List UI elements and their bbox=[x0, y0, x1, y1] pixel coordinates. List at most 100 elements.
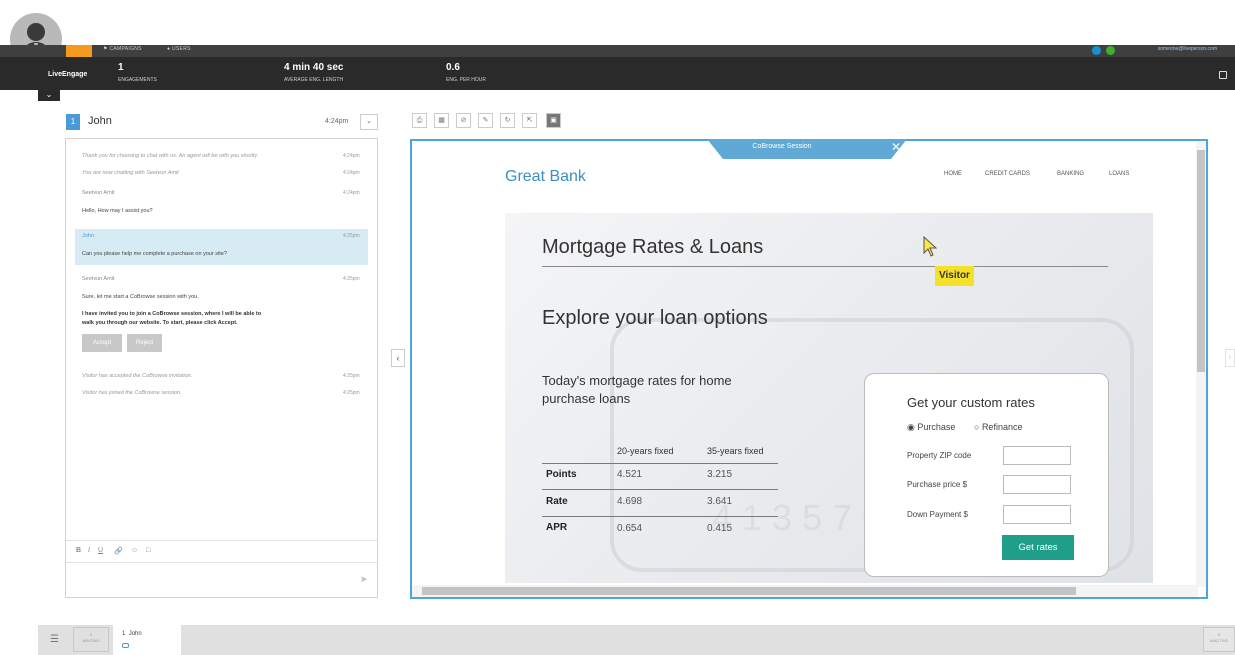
online-status-icon[interactable] bbox=[1106, 46, 1115, 55]
chat-badge: 1 bbox=[66, 114, 80, 130]
visitor-label: Visitor bbox=[935, 266, 974, 286]
radio-purchase-label: Purchase bbox=[917, 422, 956, 432]
svg-text:4 1 3 5 7 0: 4 1 3 5 7 0 bbox=[712, 497, 882, 538]
vertical-scroll-thumb[interactable] bbox=[1197, 150, 1205, 372]
user-email[interactable]: someone@liveperson.com bbox=[1158, 46, 1217, 52]
nav-tab-campaigns-label: CAMPAIGNS bbox=[109, 46, 142, 52]
system-message: Visitor has joined the CoBrowse session. bbox=[82, 390, 182, 396]
refresh-icon[interactable]: ↻ bbox=[500, 113, 515, 128]
purchase-price-input[interactable] bbox=[1003, 475, 1071, 494]
edit-icon[interactable]: ✎ bbox=[478, 113, 493, 128]
message-sender: John bbox=[82, 233, 94, 239]
close-icon[interactable]: ✕ bbox=[891, 140, 901, 154]
screen-icon[interactable]: ▣ bbox=[546, 113, 561, 128]
reject-button[interactable]: Reject bbox=[127, 334, 162, 352]
agent-invite-message: I have invited you to join a CoBrowse se… bbox=[82, 311, 262, 317]
bold-icon[interactable]: B bbox=[76, 547, 81, 554]
window-icon[interactable] bbox=[1219, 71, 1227, 79]
engagement-tab-john[interactable] bbox=[113, 625, 181, 655]
site-nav-home[interactable]: HOME bbox=[944, 171, 962, 177]
engagement-tab-name: John bbox=[128, 631, 142, 637]
engagement-tab-label: 1 John bbox=[122, 631, 142, 637]
waiting-label: WAITING bbox=[82, 638, 100, 643]
message-sender: Seetvun Amit bbox=[82, 190, 115, 196]
horizontal-scroll-thumb[interactable] bbox=[422, 587, 1076, 595]
chat-input[interactable] bbox=[66, 562, 377, 597]
waiting-counter[interactable]: 0 WAITING bbox=[73, 627, 109, 652]
stats-bar bbox=[0, 57, 1235, 90]
table-cell: 0.415 bbox=[707, 523, 733, 534]
emoji-icon[interactable]: ☺ bbox=[131, 547, 138, 554]
expand-panel-icon[interactable]: › bbox=[1225, 349, 1235, 367]
down-payment-label: Down Payment $ bbox=[907, 510, 968, 519]
table-cell: 0.654 bbox=[617, 523, 643, 534]
chat-bubble-icon bbox=[122, 643, 129, 648]
table-divider bbox=[542, 489, 778, 490]
accept-button[interactable]: Accept bbox=[82, 334, 122, 352]
site-nav-loans[interactable]: LOANS bbox=[1109, 171, 1129, 177]
engagement-tab-index: 1 bbox=[122, 631, 126, 637]
system-message: You are now chatting with Seetvun Amit bbox=[82, 170, 179, 176]
menu-icon[interactable]: ☰ bbox=[50, 634, 59, 645]
chat-options-dropdown[interactable]: ⌄ bbox=[360, 114, 378, 130]
table-cell: 4.521 bbox=[617, 469, 643, 480]
zip-label: Property ZIP code bbox=[907, 451, 972, 460]
stat-engagements-label: ENGAGEMENTS bbox=[118, 77, 157, 83]
site-nav-banking[interactable]: BANKING bbox=[1057, 171, 1084, 177]
nav-tab-users-label: USERS bbox=[172, 46, 191, 52]
page-title: Mortgage Rates & Loans bbox=[542, 236, 764, 258]
radio-refinance-label: Refinance bbox=[981, 422, 1023, 432]
canned-response-icon[interactable]: □ bbox=[146, 547, 150, 554]
table-divider bbox=[542, 516, 778, 517]
table-column-header: 20-years fixed bbox=[617, 446, 674, 456]
radio-refinance[interactable]: ○ Refinance bbox=[974, 422, 1022, 432]
nav-tab-active[interactable] bbox=[66, 45, 92, 57]
page-subtitle: Explore your loan options bbox=[542, 307, 768, 329]
format-toolbar: B I U 🔗 ☺ □ bbox=[66, 540, 377, 562]
stat-per-hour-label: ENG. PER HOUR bbox=[446, 77, 487, 83]
stat-avg-length-value: 4 min 40 sec bbox=[284, 62, 344, 73]
site-nav-credit-cards[interactable]: CREDIT CARDS bbox=[985, 171, 1030, 177]
agent-message: Sure, let me start a CoBrowse session wi… bbox=[82, 294, 199, 300]
get-rates-button[interactable]: Get rates bbox=[1002, 535, 1074, 560]
table-cell: 3.215 bbox=[707, 469, 733, 480]
italic-icon[interactable]: I bbox=[88, 547, 90, 554]
collapse-chevron-icon[interactable]: ⌄ bbox=[38, 90, 60, 101]
inactive-counter[interactable]: 0 INACTIVE bbox=[1203, 627, 1235, 652]
agent-message: Hello, How may I assist you? bbox=[82, 208, 153, 214]
site-logo[interactable]: Great Bank bbox=[505, 168, 586, 186]
nav-tab-users[interactable]: ● USERS bbox=[167, 46, 191, 52]
chat-time: 4:24pm bbox=[325, 118, 349, 125]
form-title: Get your custom rates bbox=[907, 395, 1035, 410]
send-icon[interactable]: ➤ bbox=[360, 574, 368, 585]
inactive-label: INACTIVE bbox=[1209, 638, 1229, 643]
visitor-message: Can you please help me complete a purcha… bbox=[82, 251, 227, 257]
price-label: Purchase price $ bbox=[907, 480, 968, 489]
table-cell: 4.698 bbox=[617, 496, 643, 507]
status-dot-icon[interactable] bbox=[1092, 46, 1101, 55]
expand-icon[interactable]: ⇱ bbox=[522, 113, 537, 128]
table-row-label: APR bbox=[546, 522, 568, 533]
down-payment-input[interactable] bbox=[1003, 505, 1071, 524]
print-icon[interactable]: ⎙ bbox=[412, 113, 427, 128]
stat-avg-length-label: AVERAGE ENG. LENGTH bbox=[284, 77, 344, 83]
collapse-panel-icon[interactable]: ‹ bbox=[391, 349, 405, 367]
message-sender: Seetvun Amit bbox=[82, 276, 115, 282]
system-message: Thank you for choosing to chat with us. … bbox=[82, 153, 259, 159]
title-divider bbox=[542, 266, 1108, 267]
underline-icon[interactable]: U bbox=[98, 547, 103, 554]
stat-per-hour-value: 0.6 bbox=[446, 62, 460, 73]
radio-purchase[interactable]: ◉ Purchase bbox=[907, 422, 955, 433]
visitor-message-highlight bbox=[75, 229, 368, 265]
keyboard-icon[interactable]: ▦ bbox=[434, 113, 449, 128]
chat-visitor-name: John bbox=[88, 115, 112, 127]
link-icon[interactable]: 🔗 bbox=[114, 547, 123, 555]
cobrowse-tab-label: CoBrowse Session bbox=[752, 143, 812, 150]
zip-input[interactable] bbox=[1003, 446, 1071, 465]
system-message: Visitor has accepted the CoBrowse invita… bbox=[82, 373, 193, 379]
nav-tab-campaigns[interactable]: ⚑ CAMPAIGNS bbox=[103, 46, 142, 52]
visitor-cursor-icon bbox=[923, 236, 938, 257]
rates-heading: Today's mortgage rates for home purchase… bbox=[542, 373, 732, 406]
brand-logo: LiveEngage bbox=[48, 71, 88, 78]
block-icon[interactable]: ⊘ bbox=[456, 113, 471, 128]
